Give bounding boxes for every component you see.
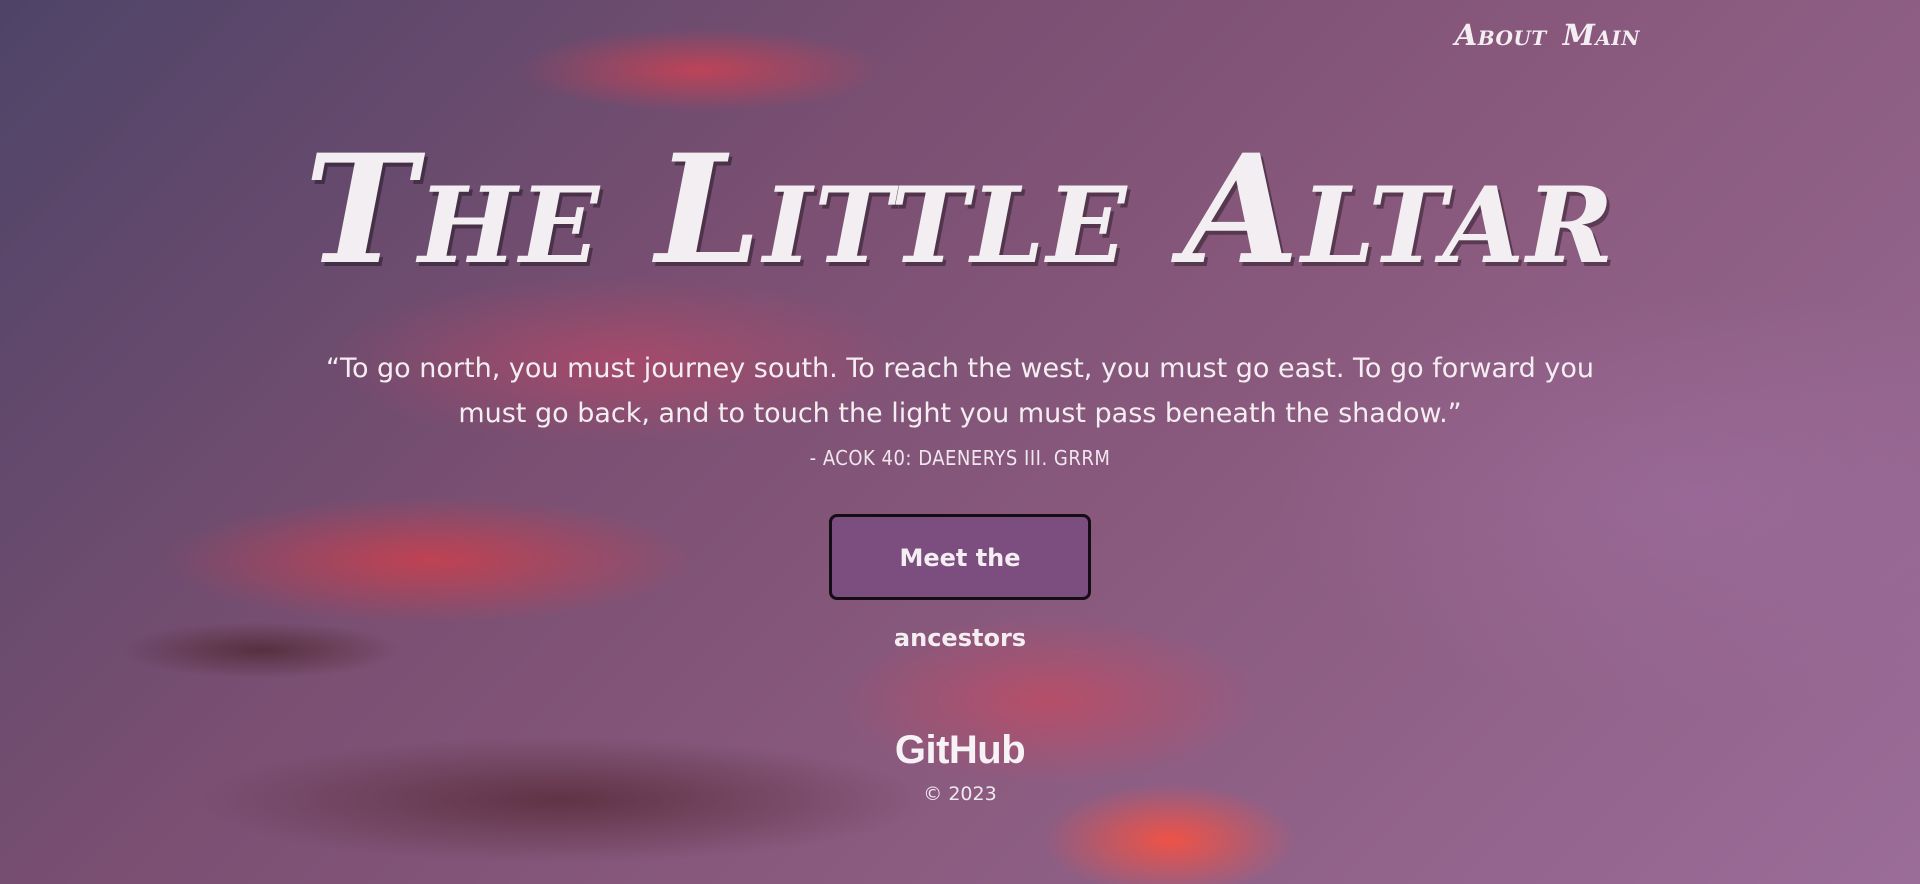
meet-ancestors-button[interactable]: Meet the ancestors: [829, 514, 1091, 652]
footer: GitHub © 2023: [0, 728, 1920, 805]
copyright-text: © 2023: [923, 783, 997, 805]
quote-attribution: - ACOK 40: DAENERYS III. GRRM: [809, 446, 1111, 470]
nav-link-main[interactable]: Main: [1563, 18, 1640, 52]
top-nav: About Main: [1455, 18, 1640, 52]
github-link[interactable]: GitHub: [895, 728, 1026, 773]
hero-section: The Little Altar “To go north, you must …: [0, 122, 1920, 652]
page-title: The Little Altar: [304, 122, 1616, 298]
hero-quote: “To go north, you must journey south. To…: [326, 353, 1594, 429]
nav-link-about[interactable]: About: [1455, 18, 1547, 52]
